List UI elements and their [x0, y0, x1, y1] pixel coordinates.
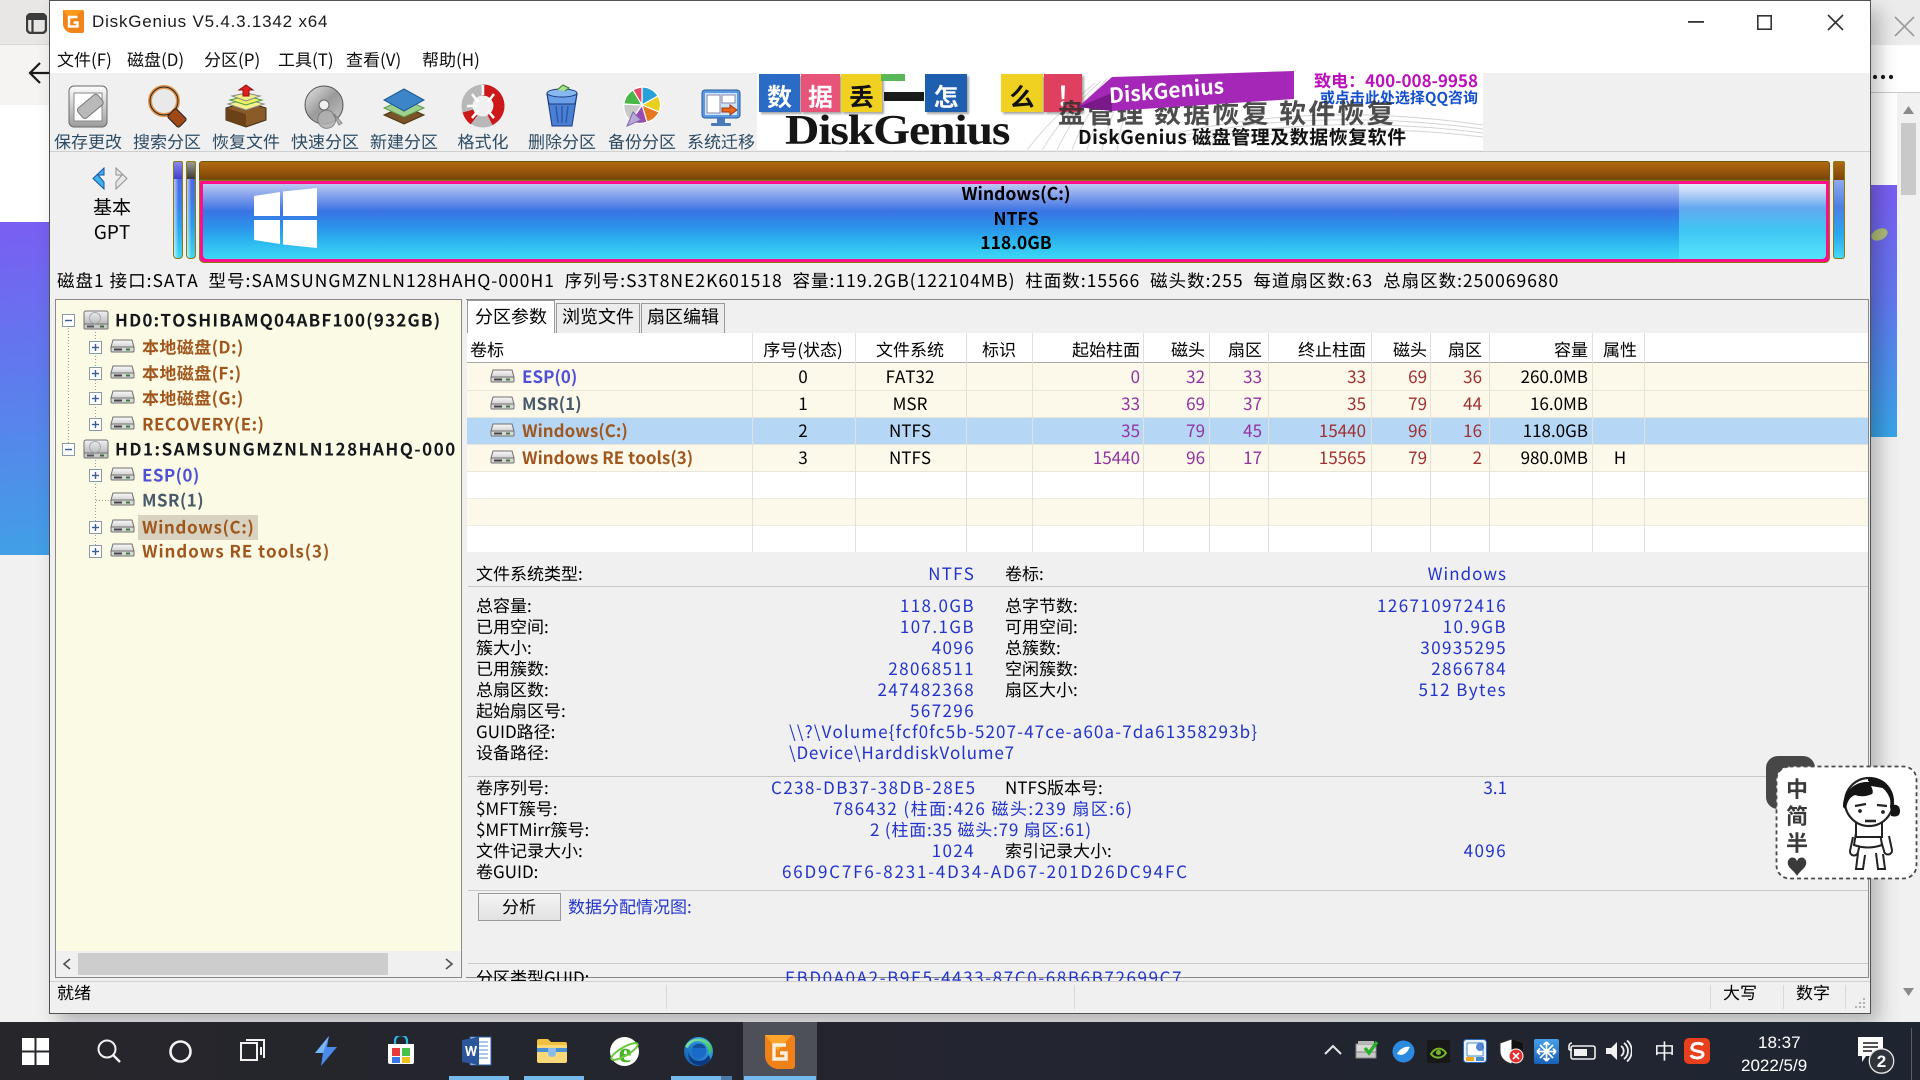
- svg-text:2: 2: [1877, 1052, 1886, 1071]
- svg-text:e: e: [619, 1037, 632, 1067]
